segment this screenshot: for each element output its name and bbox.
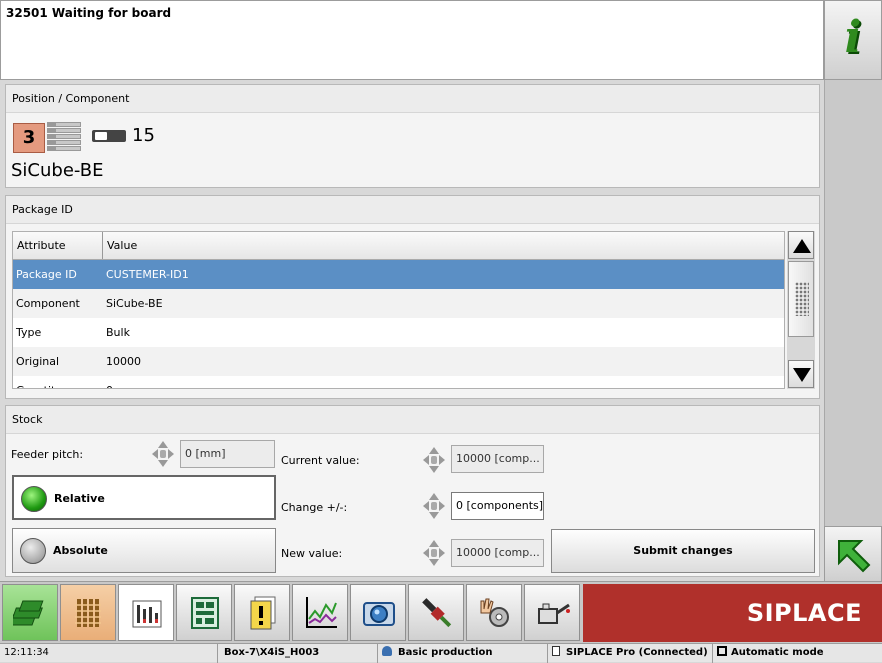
connection-text: SIPLACE Pro (Connected) xyxy=(566,647,708,658)
feeder-grid-icon xyxy=(75,599,101,627)
value-cell: CUSTEMER-ID1 xyxy=(106,268,189,281)
status-bar: 12:11:34 Box-7\X4iS_H003 Basic productio… xyxy=(0,643,882,663)
status-machine: Box-7\X4iS_H003 xyxy=(217,644,377,663)
info-button[interactable]: i xyxy=(824,0,882,80)
package-id-panel: Package ID Attribute Value Package ID CU… xyxy=(5,195,820,399)
attribute-cell: Component xyxy=(16,297,80,310)
nav-feeders-button[interactable] xyxy=(60,584,116,641)
status-user-mode[interactable]: Basic production xyxy=(377,644,547,663)
nav-setup-button[interactable] xyxy=(466,584,522,641)
attribute-cell: Gray zone xyxy=(13,376,103,388)
current-value-label: Current value: xyxy=(281,454,360,467)
table-row[interactable]: Type Bulk xyxy=(13,318,784,347)
nav-nozzle-button[interactable] xyxy=(408,584,464,641)
nav-messages-button[interactable] xyxy=(234,584,290,641)
scroll-up-button[interactable] xyxy=(788,231,814,259)
position-component-panel: Position / Component 3 15 SiCube-BE xyxy=(5,84,820,188)
nav-maintenance-button[interactable] xyxy=(524,584,580,641)
package-attribute-table: Attribute Value Package ID CUSTEMER-ID1 … xyxy=(12,231,785,389)
hand-gear-icon xyxy=(480,598,509,627)
relative-label: Relative xyxy=(54,492,105,505)
value-cell: 0 xyxy=(103,376,113,388)
arrow-down-icon xyxy=(793,368,811,382)
table-header: Attribute Value xyxy=(13,232,784,260)
bottom-navigation-bar: SIPLACE xyxy=(0,581,882,643)
change-input[interactable]: 0 [components] xyxy=(451,492,544,520)
value-cell: SiCube-BE xyxy=(106,297,163,310)
money-stack-icon xyxy=(13,600,44,626)
change-spinner-icon[interactable] xyxy=(423,493,445,519)
new-value-field: 10000 [comp... xyxy=(451,539,544,567)
scroll-thumb[interactable] xyxy=(788,261,814,337)
nav-board-button[interactable] xyxy=(176,584,232,641)
new-value-label: New value: xyxy=(281,547,343,560)
machine-name: Box-7\X4iS_H003 xyxy=(224,647,320,658)
column-header-value[interactable]: Value xyxy=(103,232,137,259)
table-row[interactable]: Component SiCube-BE xyxy=(13,289,784,318)
nav-table-button[interactable] xyxy=(118,584,174,641)
server-icon xyxy=(552,646,560,656)
value-cell: 10000 xyxy=(106,355,141,368)
table-row[interactable]: Package ID CUSTEMER-ID1 xyxy=(13,260,784,289)
status-run-mode: Automatic mode xyxy=(712,644,882,663)
board-layout-icon xyxy=(191,597,219,629)
stock-panel: Stock Feeder pitch: 0 [mm] Relative Abso… xyxy=(5,405,820,577)
nav-statistics-button[interactable] xyxy=(292,584,348,641)
value-cell: Bulk xyxy=(106,326,130,339)
column-header-attribute[interactable]: Attribute xyxy=(13,232,103,259)
feeder-count: 15 xyxy=(132,125,155,146)
absolute-label: Absolute xyxy=(53,544,108,557)
arrow-up-icon xyxy=(793,239,811,253)
camera-icon xyxy=(363,602,395,626)
table-row[interactable]: Gray zone 0 xyxy=(13,376,784,388)
statistics-chart-icon xyxy=(306,597,337,628)
submit-changes-button[interactable]: Submit changes xyxy=(551,529,815,573)
oil-can-icon xyxy=(538,603,570,624)
feeder-pitch-field[interactable]: 0 [mm] xyxy=(180,440,275,468)
panel-title: Stock xyxy=(6,406,819,434)
led-off-icon xyxy=(20,538,46,564)
status-time: 12:11:34 xyxy=(4,647,49,658)
siplace-logo: SIPLACE xyxy=(583,584,882,642)
current-value-field: 10000 [comp... xyxy=(451,445,544,473)
user-icon xyxy=(382,646,392,656)
panel-title: Package ID xyxy=(6,196,819,224)
back-button[interactable] xyxy=(824,526,882,582)
absolute-mode-button[interactable]: Absolute xyxy=(12,528,276,573)
attribute-cell: Original quantity xyxy=(16,355,62,388)
attribute-cell: Package ID xyxy=(16,268,77,281)
position-number-badge: 3 xyxy=(13,123,45,153)
header-message: 32501 Waiting for board xyxy=(6,6,172,20)
table-row[interactable]: Original quantity 10000 xyxy=(13,347,784,388)
arrow-exit-icon xyxy=(838,540,871,573)
new-value-spinner-icon[interactable] xyxy=(423,540,445,566)
feeder-pitch-spinner-icon[interactable] xyxy=(152,441,174,467)
info-icon: i xyxy=(844,12,862,63)
current-value-spinner-icon[interactable] xyxy=(423,447,445,473)
change-label: Change +/-: xyxy=(281,501,348,514)
scroll-down-button[interactable] xyxy=(788,360,814,388)
attribute-cell: Type xyxy=(16,326,42,339)
run-mode-text: Automatic mode xyxy=(731,647,824,658)
nav-vision-button[interactable] xyxy=(350,584,406,641)
table-scrollbar[interactable] xyxy=(787,231,815,389)
user-mode-text: Basic production xyxy=(398,647,493,658)
right-side-strip xyxy=(824,80,882,526)
automatic-mode-icon xyxy=(717,646,727,656)
status-connection: SIPLACE Pro (Connected) xyxy=(547,644,712,663)
table-bar-icon xyxy=(132,600,162,628)
nav-production-button[interactable] xyxy=(2,584,58,641)
message-header: 32501 Waiting for board xyxy=(0,0,824,80)
warning-document-icon xyxy=(250,596,276,630)
grip-dots-icon xyxy=(795,282,809,316)
feeder-icon xyxy=(92,130,126,142)
relative-mode-button[interactable]: Relative xyxy=(12,475,276,520)
led-on-icon xyxy=(21,486,47,512)
nozzle-tool-icon xyxy=(422,598,452,628)
feeder-pitch-label: Feeder pitch: xyxy=(11,448,84,461)
track-stack-icon xyxy=(47,122,81,152)
panel-title: Position / Component xyxy=(6,85,819,113)
component-name: SiCube-BE xyxy=(11,160,104,181)
